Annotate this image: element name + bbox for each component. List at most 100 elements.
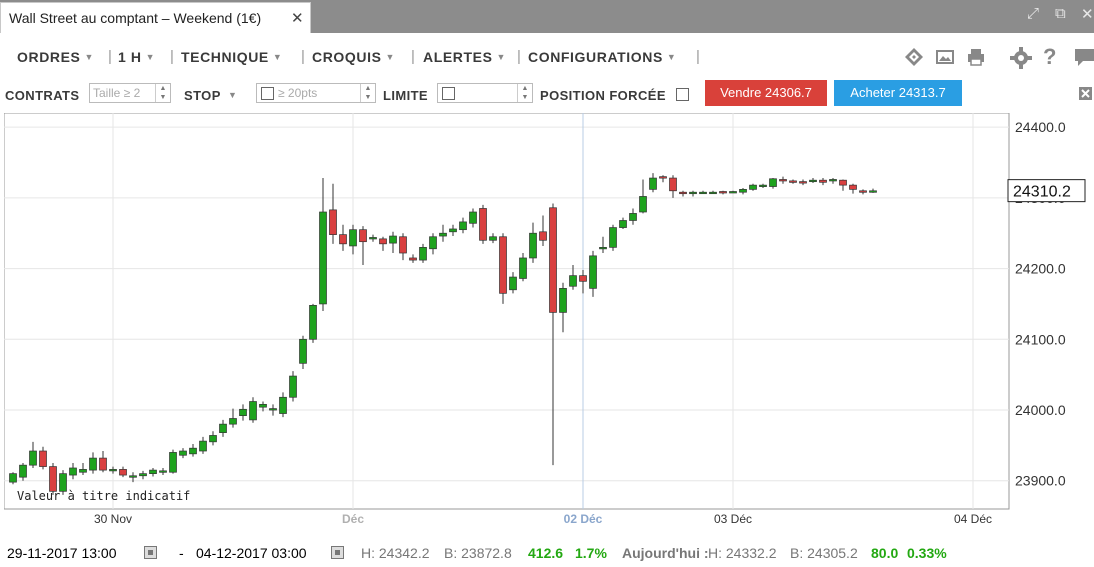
candle-body xyxy=(99,457,107,471)
y-tick-label: 24200.0 xyxy=(1015,261,1066,277)
limit-stepper[interactable]: ▲ ▼ xyxy=(517,84,532,102)
candle-body xyxy=(269,408,277,411)
sell-button[interactable]: Vendre 24306.7 xyxy=(705,80,827,106)
candle-body xyxy=(159,470,167,473)
candle-body xyxy=(679,191,687,195)
window-close-icon[interactable]: ✕ xyxy=(1081,5,1094,23)
candle-body xyxy=(629,213,637,221)
x-tick-label: 04 Déc xyxy=(954,512,992,526)
menu-alerts-label: ALERTES xyxy=(423,49,493,65)
contracts-size-input[interactable]: Taille ≥ 2 ▲ ▼ xyxy=(89,83,171,103)
limit-input[interactable]: ▲ ▼ xyxy=(437,83,533,103)
candle-body xyxy=(459,221,467,231)
help-icon[interactable]: ? xyxy=(1043,44,1056,70)
candle-body xyxy=(809,179,817,183)
today-high: H: 24332.2 xyxy=(708,545,777,561)
date-from[interactable]: 29-11-2017 13:00 xyxy=(7,545,117,561)
calendar-to-icon[interactable] xyxy=(331,546,344,559)
menu-sketches[interactable]: CROQUIS ▼ xyxy=(312,49,395,65)
contracts-size-placeholder: Taille ≥ 2 xyxy=(93,86,141,100)
menu-orders[interactable]: ORDRES ▼ xyxy=(17,49,94,65)
candle-body xyxy=(29,450,37,466)
menu-alerts[interactable]: ALERTES ▼ xyxy=(423,49,506,65)
candle-body xyxy=(189,447,197,455)
menu-orders-label: ORDRES xyxy=(17,49,81,65)
candle-body xyxy=(129,475,137,478)
today-change: 80.0 xyxy=(871,545,899,561)
range-pct: 1.7% xyxy=(575,545,607,561)
candle xyxy=(9,472,17,485)
candle-body xyxy=(489,236,497,241)
order-bar: CONTRATS Taille ≥ 2 ▲ ▼ STOP ▼ ≥ 20pts ▲ ▼… xyxy=(0,80,1094,108)
limit-checkbox[interactable] xyxy=(442,87,455,100)
candle-body xyxy=(319,211,327,305)
gear-icon[interactable] xyxy=(1010,47,1032,69)
tab-title: Wall Street au comptant – Weekend (1€) xyxy=(9,10,262,26)
forced-position-label: POSITION FORCÉE xyxy=(540,88,666,103)
candlestick-chart[interactable]: 24400.024300.024200.024100.024000.023900… xyxy=(3,112,1093,540)
candle-body xyxy=(829,179,837,182)
candle-body xyxy=(599,247,607,250)
y-tick-label: 24100.0 xyxy=(1015,331,1066,347)
menu-technique[interactable]: TECHNIQUE ▼ xyxy=(181,49,282,65)
buy-button[interactable]: Acheter 24313.7 xyxy=(834,80,962,106)
candle xyxy=(479,204,487,244)
candle xyxy=(499,233,507,304)
candle-body xyxy=(569,275,577,287)
size-stepper[interactable]: ▲ ▼ xyxy=(155,84,170,102)
stop-label: STOP xyxy=(184,88,221,103)
candle-body xyxy=(199,440,207,452)
indicative-value-note: Valeur à titre indicatif xyxy=(17,489,190,503)
calendar-from-icon[interactable] xyxy=(144,546,157,559)
candle-body xyxy=(579,275,587,282)
candle-body xyxy=(109,469,117,472)
today-pct: 0.33% xyxy=(907,545,947,561)
candle-body xyxy=(249,401,257,421)
candle-body xyxy=(519,257,527,279)
popout-icon[interactable]: ⧉ xyxy=(1055,5,1066,22)
candle-body xyxy=(749,184,757,190)
y-tick-label: 23900.0 xyxy=(1015,473,1066,489)
today-label: Aujourd'hui : xyxy=(622,545,709,561)
candle-body xyxy=(219,423,227,433)
candle-body xyxy=(179,450,187,456)
layers-icon[interactable] xyxy=(904,47,924,67)
candle-body xyxy=(739,189,747,193)
date-dash: - xyxy=(179,545,184,561)
date-to[interactable]: 04-12-2017 03:00 xyxy=(196,545,307,561)
candle-body xyxy=(309,304,317,340)
chart-tab[interactable]: Wall Street au comptant – Weekend (1€) ✕ xyxy=(0,2,311,33)
stop-input[interactable]: ≥ 20pts ▲ ▼ xyxy=(256,83,376,103)
candle-body xyxy=(149,469,157,474)
menu-timeframe[interactable]: 1 H ▼ xyxy=(118,49,155,65)
candle-body xyxy=(589,255,597,289)
x-tick-label: Déc xyxy=(342,512,364,526)
candle-body xyxy=(769,178,777,187)
menu-configurations-label: CONFIGURATIONS xyxy=(528,49,663,65)
chat-icon[interactable] xyxy=(1074,47,1094,67)
candle-body xyxy=(619,220,627,228)
candle-body xyxy=(709,191,717,195)
candle-body xyxy=(239,408,247,417)
menu-configurations[interactable]: CONFIGURATIONS ▼ xyxy=(528,49,676,65)
candle-body xyxy=(549,207,557,313)
stop-checkbox[interactable] xyxy=(261,87,274,100)
candle-body xyxy=(449,228,457,233)
candle-body xyxy=(439,232,447,237)
x-tick-label: 30 Nov xyxy=(94,512,132,526)
close-icon[interactable]: ✕ xyxy=(291,9,304,27)
forced-position-checkbox[interactable] xyxy=(676,88,689,101)
candle-body xyxy=(839,179,847,186)
image-icon[interactable] xyxy=(935,47,955,67)
collapse-icon[interactable] xyxy=(1079,87,1092,100)
expand-icon[interactable]: ⤢ xyxy=(1027,5,1039,22)
candle-body xyxy=(609,227,617,248)
candle-body xyxy=(699,191,707,195)
stop-stepper[interactable]: ▲ ▼ xyxy=(360,84,375,102)
candle-body xyxy=(19,464,27,478)
print-icon[interactable] xyxy=(966,47,986,67)
price-chart[interactable]: 24400.024300.024200.024100.024000.023900… xyxy=(3,112,1093,540)
candle-body xyxy=(529,232,537,259)
candle-body xyxy=(649,177,657,190)
stop-dropdown-icon[interactable]: ▼ xyxy=(228,90,237,100)
